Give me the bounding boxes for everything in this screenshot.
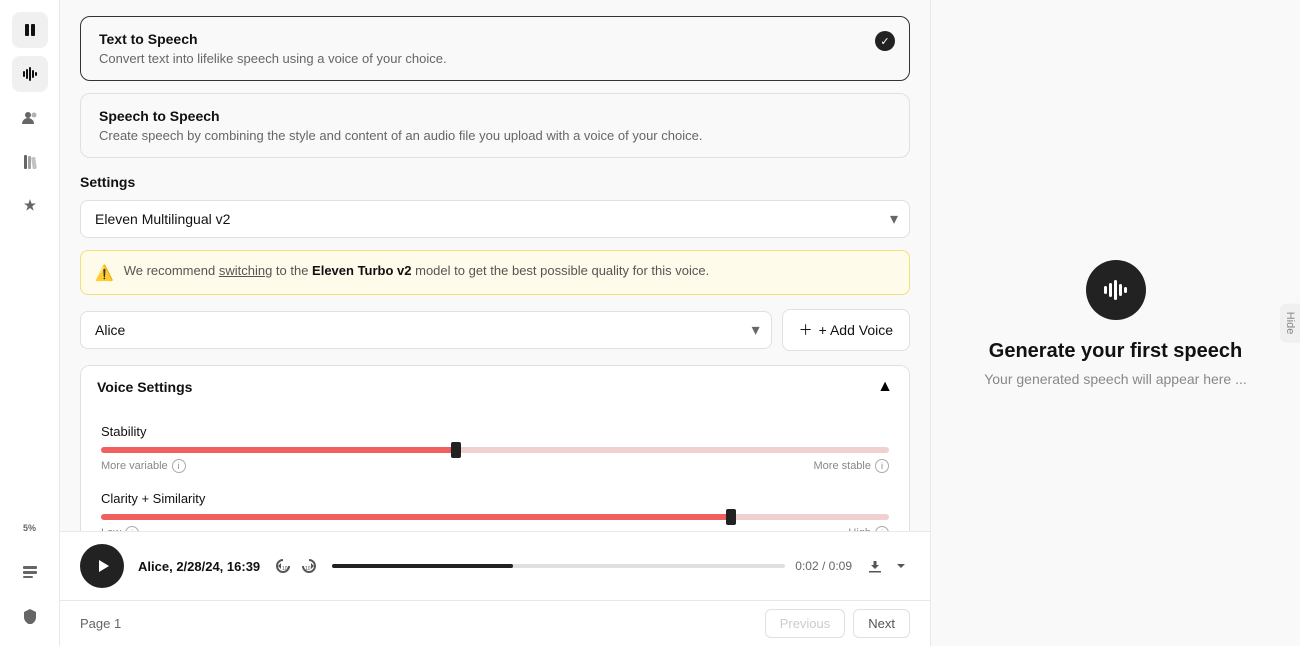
sidebar-book-btn[interactable]	[12, 144, 48, 180]
progress-bar	[332, 564, 785, 568]
stability-info-right-icon[interactable]: i	[875, 459, 889, 473]
warning-icon: ⚠️	[95, 264, 114, 282]
right-main-content: Generate your first speech Your generate…	[931, 0, 1300, 646]
voice-settings-body: Stability More variable i More stabl	[81, 408, 909, 531]
sidebar-waveform-btn[interactable]	[12, 56, 48, 92]
add-voice-label: + Add Voice	[819, 322, 893, 338]
sidebar-magic-btn[interactable]	[12, 188, 48, 224]
voice-select-wrapper: Alice Rachel Domi Bella Antoni ▾	[80, 311, 772, 349]
speech-to-speech-card[interactable]: Speech to Speech Create speech by combin…	[80, 93, 910, 158]
clarity-label: Clarity + Similarity	[101, 491, 889, 506]
sidebar-bottom: 5%	[12, 510, 48, 634]
sidebar-pause-btn[interactable]	[12, 12, 48, 48]
waveform-icon	[1102, 276, 1130, 304]
badge-label: 5%	[23, 523, 36, 533]
svg-text:10: 10	[282, 566, 288, 572]
download-icon	[866, 557, 884, 575]
scrollable-content: Text to Speech Convert text into lifelik…	[60, 0, 930, 531]
stability-label: Stability	[101, 424, 889, 439]
player-controls: 10 10	[274, 557, 318, 575]
download-button[interactable]	[866, 557, 884, 575]
rewind-icon: 10	[274, 557, 292, 575]
play-icon	[95, 558, 111, 574]
generate-icon	[1086, 260, 1146, 320]
voice-settings-title: Voice Settings	[97, 379, 192, 395]
model-select-wrapper: Eleven Multilingual v2 Eleven Turbo v2 E…	[80, 200, 910, 238]
sidebar-history-btn[interactable]	[12, 554, 48, 590]
sidebar: 5%	[0, 0, 60, 646]
voice-row: Alice Rachel Domi Bella Antoni ▾ ＋ + Add…	[80, 309, 910, 351]
stability-right-label: More stable i	[814, 459, 889, 473]
sidebar-users-btn[interactable]	[12, 100, 48, 136]
model-select[interactable]: Eleven Multilingual v2 Eleven Turbo v2 E…	[80, 200, 910, 238]
right-section: Generate your first speech Your generate…	[930, 0, 1300, 646]
expand-button[interactable]	[892, 557, 910, 575]
page-label: Page 1	[80, 616, 121, 631]
selected-check-icon: ✓	[875, 31, 895, 51]
expand-icon	[892, 557, 910, 575]
voice-settings-chevron: ▲	[877, 378, 893, 396]
clarity-slider-row: Clarity + Similarity Low i High	[101, 491, 889, 531]
add-voice-plus: ＋	[799, 320, 813, 340]
voice-settings-header[interactable]: Voice Settings ▲	[81, 366, 909, 408]
svg-text:10: 10	[305, 566, 311, 572]
warning-text: We recommend switching to the Eleven Tur…	[124, 263, 710, 278]
pagination-row: Page 1 Previous Next	[60, 600, 930, 646]
switching-link[interactable]: switching	[219, 263, 272, 278]
warning-banner: ⚠️ We recommend switching to the Eleven …	[80, 250, 910, 295]
stability-slider-row: Stability More variable i More stabl	[101, 424, 889, 473]
speech-to-speech-desc: Create speech by combining the style and…	[99, 128, 891, 143]
previous-button[interactable]: Previous	[765, 609, 846, 638]
hide-sidebar-btn[interactable]: Hide	[1280, 304, 1300, 343]
voice-select[interactable]: Alice Rachel Domi Bella Antoni	[80, 311, 772, 349]
sidebar-badge-btn[interactable]: 5%	[12, 510, 48, 546]
stability-slider-labels: More variable i More stable i	[101, 459, 889, 473]
left-column: Text to Speech Convert text into lifelik…	[60, 0, 930, 646]
settings-label: Settings	[80, 174, 910, 190]
stability-left-label: More variable i	[101, 459, 186, 473]
rewind-button[interactable]: 10	[274, 557, 292, 575]
generate-subtitle: Your generated speech will appear here .…	[984, 371, 1247, 387]
stability-info-icon[interactable]: i	[172, 459, 186, 473]
time-display: 0:02 / 0:09	[795, 559, 852, 573]
generate-title: Generate your first speech	[989, 340, 1242, 363]
text-to-speech-card[interactable]: Text to Speech Convert text into lifelik…	[80, 16, 910, 81]
pagination-buttons: Previous Next	[765, 609, 910, 638]
player-actions	[866, 557, 910, 575]
sidebar-shield-btn[interactable]	[12, 598, 48, 634]
progress-fill	[332, 564, 513, 568]
progress-bar-container[interactable]: 0:02 / 0:09	[332, 559, 852, 573]
forward-button[interactable]: 10	[300, 557, 318, 575]
speech-to-speech-title: Speech to Speech	[99, 108, 891, 124]
forward-icon: 10	[300, 557, 318, 575]
player-name: Alice, 2/28/24, 16:39	[138, 559, 260, 574]
player-info: Alice, 2/28/24, 16:39	[138, 559, 260, 574]
next-button[interactable]: Next	[853, 609, 910, 638]
text-to-speech-desc: Convert text into lifelike speech using …	[99, 51, 891, 66]
voice-settings-panel: Voice Settings ▲ Stability More variabl	[80, 365, 910, 531]
add-voice-button[interactable]: ＋ + Add Voice	[782, 309, 910, 351]
text-to-speech-title: Text to Speech	[99, 31, 891, 47]
